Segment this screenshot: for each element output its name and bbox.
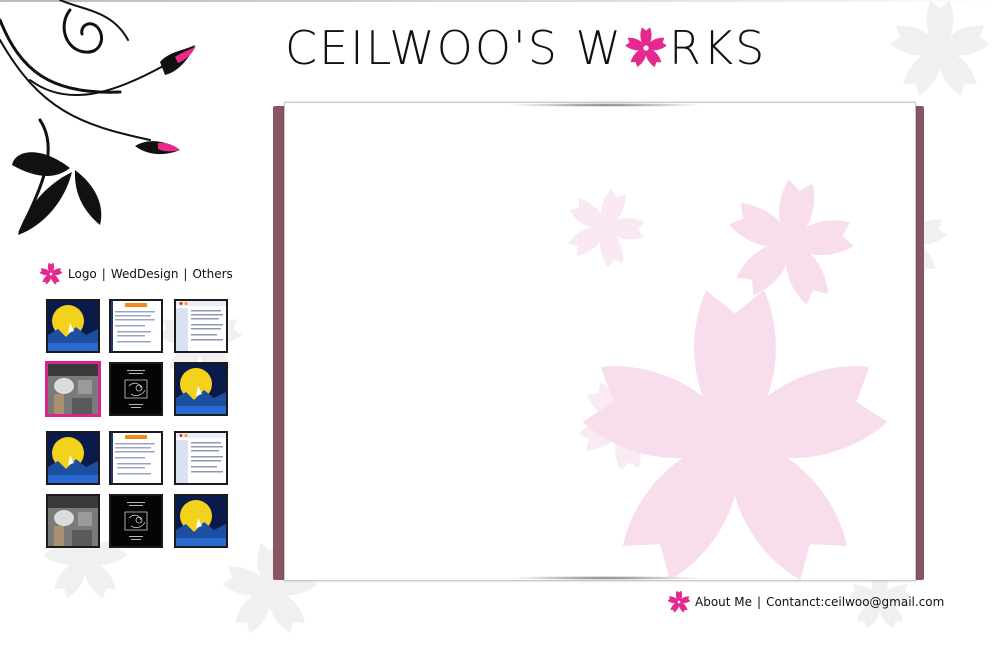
thumbnail[interactable] bbox=[46, 494, 100, 548]
pink-blossom-watermark bbox=[566, 178, 892, 580]
thumbnail-image bbox=[111, 433, 161, 483]
nav-link-logo[interactable]: Logo bbox=[68, 267, 97, 281]
thumbnail[interactable] bbox=[109, 299, 163, 353]
thumbnail-image bbox=[176, 496, 226, 546]
thumbnail-image bbox=[111, 301, 161, 351]
thumbnail-image bbox=[48, 301, 98, 351]
nav-separator: | bbox=[183, 267, 188, 281]
footer-separator: | bbox=[757, 595, 762, 609]
sakura-flower-icon bbox=[667, 590, 691, 614]
thumbnail-image bbox=[176, 364, 226, 414]
about-me-link[interactable]: About Me bbox=[695, 595, 752, 609]
thumbnail-image bbox=[111, 496, 161, 546]
thumbnail-image bbox=[176, 433, 226, 483]
content-viewer-panel bbox=[284, 102, 916, 581]
footer: About Me | Contanct:ceilwoo@gmail.com bbox=[667, 590, 944, 614]
category-nav: Logo | WedDesign | Others bbox=[39, 262, 233, 286]
sakura-flower-icon bbox=[624, 26, 668, 70]
thumbnail[interactable] bbox=[174, 431, 228, 485]
site-title: CEILWOO'S W RKS bbox=[285, 22, 766, 74]
thumbnail[interactable] bbox=[174, 299, 228, 353]
thumbnail-image bbox=[48, 433, 98, 483]
title-text-start: CEILWOO'S W bbox=[285, 21, 624, 75]
thumbnail[interactable] bbox=[109, 431, 163, 485]
thumbnail-image bbox=[48, 496, 98, 546]
contact-email[interactable]: Contanct:ceilwoo@gmail.com bbox=[766, 595, 944, 609]
nav-link-wed-design[interactable]: WedDesign bbox=[111, 267, 179, 281]
thumbnail[interactable] bbox=[46, 299, 100, 353]
thumbnail-image bbox=[48, 364, 98, 414]
thumbnail[interactable] bbox=[109, 494, 163, 548]
sakura-flower-icon bbox=[39, 262, 63, 286]
thumbnail-selected[interactable] bbox=[45, 361, 101, 417]
black-leaves-decoration bbox=[12, 152, 102, 235]
thumbnail[interactable] bbox=[174, 494, 228, 548]
thumbnail[interactable] bbox=[109, 362, 163, 416]
nav-link-others[interactable]: Others bbox=[192, 267, 232, 281]
thumbnail-image bbox=[176, 301, 226, 351]
thumbnail[interactable] bbox=[174, 362, 228, 416]
thumbnail[interactable] bbox=[46, 431, 100, 485]
thumbnail-image bbox=[111, 364, 161, 414]
title-text-end: RKS bbox=[669, 21, 767, 75]
nav-separator: | bbox=[101, 267, 106, 281]
